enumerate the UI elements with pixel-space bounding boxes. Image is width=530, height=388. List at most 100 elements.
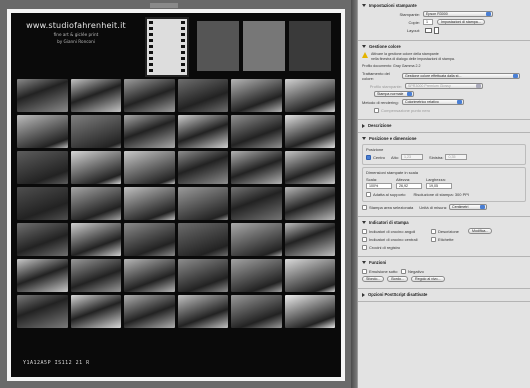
photo-thumbnail [231, 187, 282, 220]
top-label: Alto: [391, 154, 400, 160]
border-button[interactable]: Bordo... [387, 276, 408, 282]
labels-label: Etichette [438, 236, 454, 242]
photo-thumbnail [70, 115, 121, 148]
photo-thumbnail [17, 295, 68, 328]
section-header-color[interactable]: Gestione colore [362, 44, 526, 49]
portrait-layout-icon[interactable] [425, 28, 432, 33]
printer-profile-select[interactable]: SPR3000 Premium Glossy [405, 83, 483, 89]
corner-marks-label: Indicatori di crocino angoli [369, 228, 416, 234]
top-frame [289, 21, 331, 71]
emulsion-down-checkbox[interactable] [362, 268, 367, 274]
photo-thumbnail [177, 295, 228, 328]
photo-thumbnail [17, 79, 68, 112]
photo-thumbnail [284, 115, 335, 148]
section-header-functions[interactable]: Funzioni [362, 260, 526, 265]
fit-media-label: Adatta al supporto [373, 191, 406, 197]
photo-thumbnail [231, 79, 282, 112]
top-input[interactable]: 1,23 [401, 154, 424, 160]
photo-thumbnail [284, 295, 335, 328]
photo-thumbnail [70, 187, 121, 220]
negative-checkbox[interactable] [401, 268, 406, 274]
center-marks-label: Indicatori di crocino centrali [369, 236, 418, 242]
photo-thumbnail [231, 115, 282, 148]
scale-input[interactable]: 100% [366, 183, 392, 189]
units-select[interactable]: Centimetri [449, 204, 488, 210]
photo-thumbnail [124, 115, 175, 148]
photo-thumbnail [231, 295, 282, 328]
scaled-size-box: Dimensioni stampate in scala Scala: 100%… [362, 167, 526, 202]
section-header-marks[interactable]: Indicatori di stampa [362, 220, 526, 225]
photo-thumbnail [17, 223, 68, 256]
disclosure-triangle-icon[interactable] [362, 4, 366, 7]
disclosure-triangle-icon[interactable] [362, 221, 366, 224]
photo-thumbnail [284, 187, 335, 220]
top-frame [243, 21, 285, 71]
registration-label: Crocini di registro [369, 244, 401, 250]
position-label: Posizione [366, 147, 384, 152]
color-handling-label: Trattamento del colore: [362, 71, 390, 81]
black-point-label: Compensazione punto nero [381, 107, 431, 113]
selected-area-checkbox[interactable] [362, 204, 367, 210]
photo-thumbnail [284, 259, 335, 292]
photo-thumbnail [17, 151, 68, 184]
section-header-description[interactable]: Descrizione [362, 123, 526, 128]
warning-icon [362, 52, 368, 58]
section-header-printer[interactable]: Impostazioni stampante [362, 3, 526, 8]
photo-thumbnail [70, 295, 121, 328]
section-title: Posizione e dimensione [369, 136, 417, 141]
photo-thumbnail [177, 187, 228, 220]
section-title: Impostazioni stampante [369, 3, 417, 8]
disclosure-triangle-icon[interactable] [362, 123, 365, 128]
printer-select[interactable]: Epson R3000 [423, 11, 493, 17]
fit-media-checkbox[interactable] [366, 191, 371, 197]
bleed-button[interactable]: Regolo al vivo... [410, 276, 445, 282]
photo-thumbnail [177, 259, 228, 292]
printer-label: Stampante: [399, 11, 420, 17]
photo-thumbnail [177, 79, 228, 112]
corner-marks-checkbox[interactable] [362, 228, 367, 234]
print-settings-panel: Impostazioni stampante Stampante: Epson … [357, 0, 530, 388]
black-point-checkbox[interactable] [374, 107, 379, 113]
selected-area-label: Stampa area selezionata [369, 204, 414, 210]
print-settings-button[interactable]: Impostazioni di stampa... [437, 19, 485, 25]
photo-thumbnail [124, 259, 175, 292]
film-holes-right [181, 21, 185, 73]
color-handling-select[interactable]: Gestione colore effettuata dalla st... [402, 73, 520, 79]
background-button[interactable]: Sfondo... [362, 276, 385, 282]
edit-button[interactable]: Modifica... [468, 228, 493, 234]
height-input[interactable]: 26,92 [396, 183, 422, 189]
disclosure-triangle-icon[interactable] [362, 137, 366, 140]
top-frame [197, 21, 239, 71]
photo-thumbnail [124, 151, 175, 184]
labels-checkbox[interactable] [431, 236, 436, 242]
paper-sheet: www.studiofahrenheit.it fine art & giclé… [7, 9, 345, 381]
section-color-management: Gestione colore Attivare la gestione col… [358, 41, 530, 120]
photo-thumbnail [177, 223, 228, 256]
disclosure-triangle-icon[interactable] [362, 45, 366, 48]
left-input[interactable]: 0,35 [445, 154, 468, 160]
disclosure-triangle-icon[interactable] [362, 261, 366, 264]
print-preview-area: www.studiofahrenheit.it fine art & giclé… [0, 0, 351, 388]
width-input[interactable]: 19,05 [426, 183, 452, 189]
disclosure-triangle-icon[interactable] [362, 292, 365, 297]
center-checkbox[interactable] [366, 154, 371, 160]
section-header-position[interactable]: Posizione e dimensione [362, 136, 526, 141]
section-title: Gestione colore [369, 44, 401, 49]
copies-input[interactable]: 1 [423, 19, 433, 25]
render-intent-select[interactable]: Colorimetrico relativo [402, 99, 464, 105]
section-header-postscript[interactable]: Opzioni PostScript disattivate [362, 292, 526, 297]
center-marks-checkbox[interactable] [362, 236, 367, 242]
brand-block: www.studiofahrenheit.it fine art & giclé… [21, 21, 131, 44]
normal-print-select[interactable]: Stampa normale [374, 91, 414, 97]
landscape-layout-icon[interactable] [434, 27, 439, 34]
center-label: Centro [373, 154, 386, 160]
section-printer-settings: Impostazioni stampante Stampante: Epson … [358, 0, 530, 41]
photo-thumbnail [284, 151, 335, 184]
registration-checkbox[interactable] [362, 244, 367, 250]
copies-label: Copie: [408, 19, 420, 25]
description-checkbox[interactable] [431, 228, 436, 234]
photo-thumbnail [231, 223, 282, 256]
section-functions: Funzioni Emulsione sotto Negativo Sfondo… [358, 257, 530, 289]
photo-thumbnail [124, 187, 175, 220]
emulsion-down-label: Emulsione sotto [369, 268, 398, 274]
